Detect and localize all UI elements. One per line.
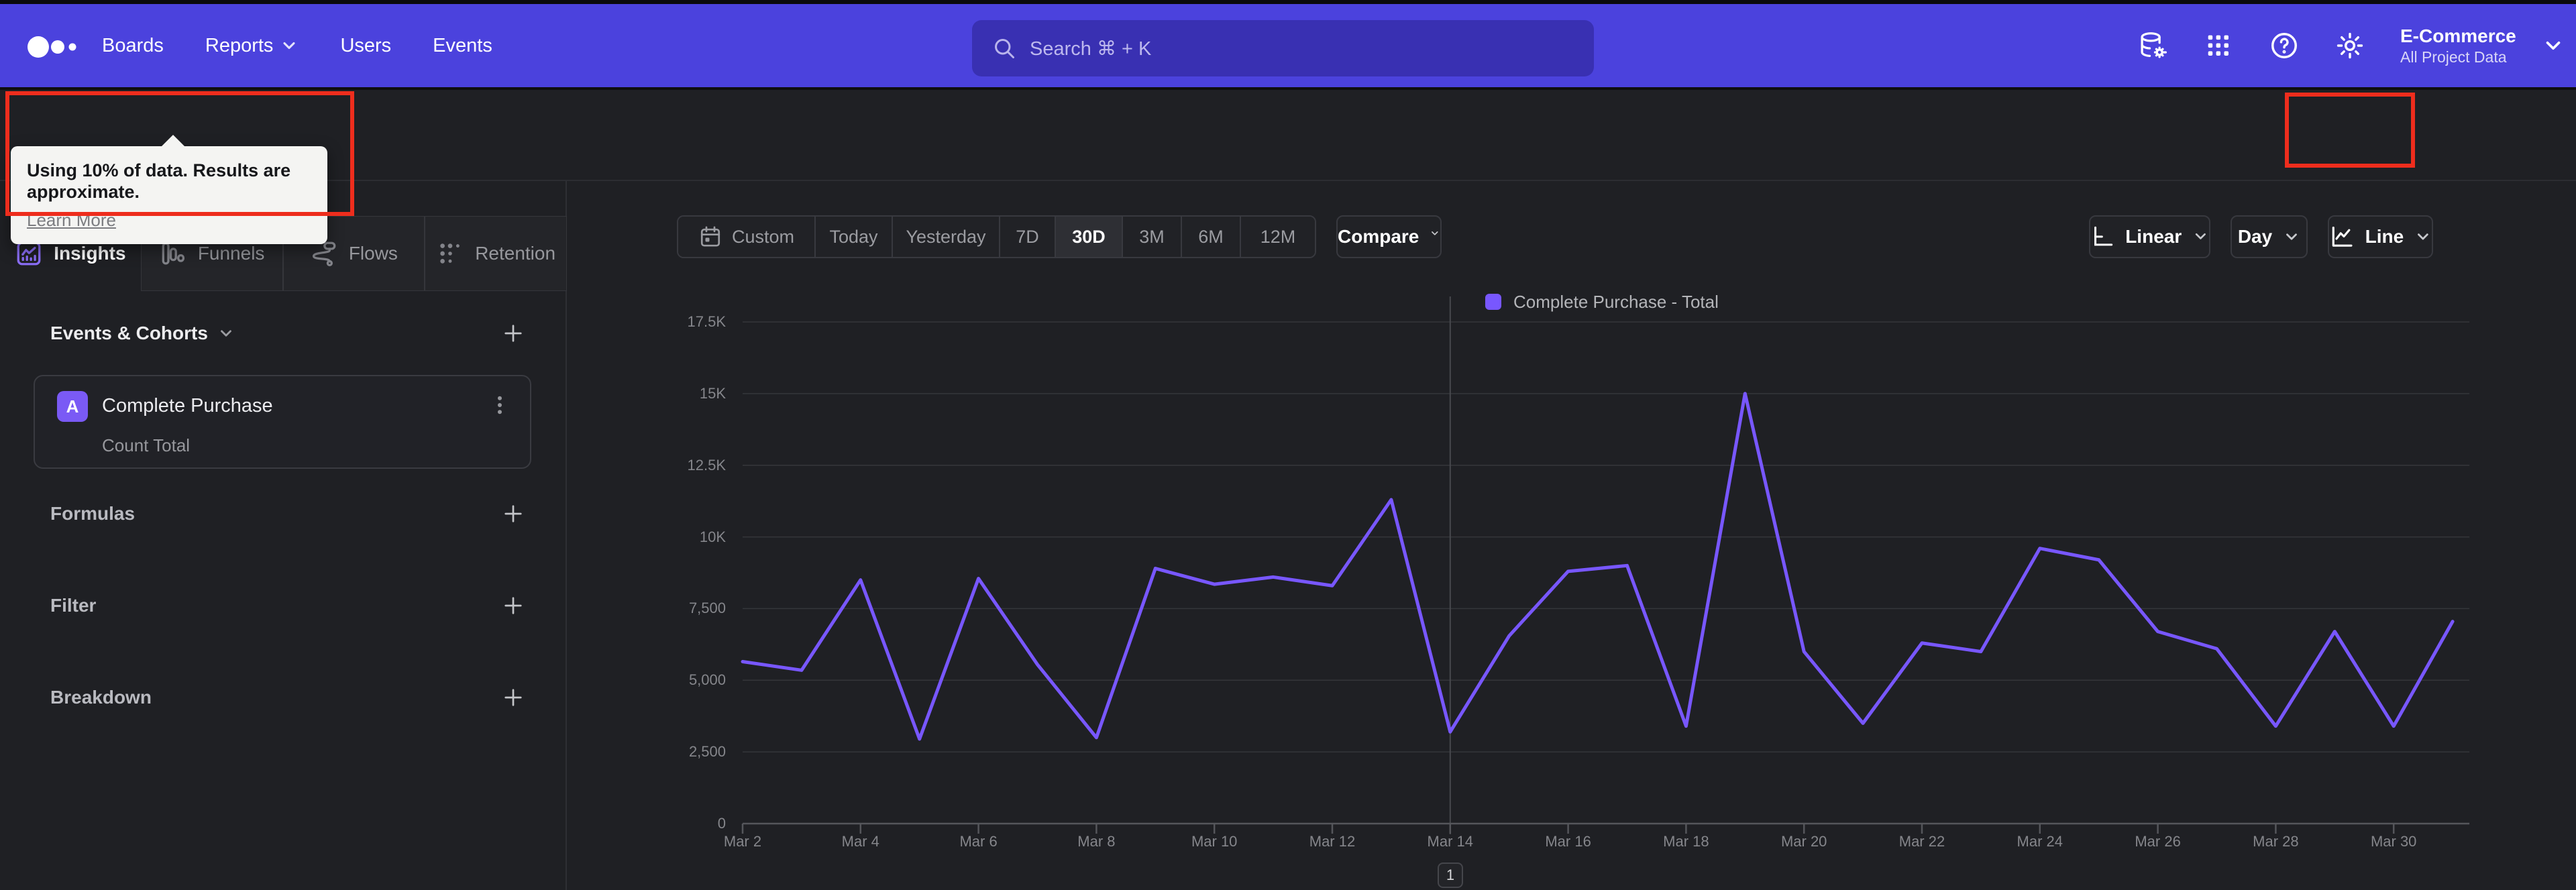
filter-label: Filter: [50, 595, 97, 616]
search-input[interactable]: Search ⌘ + K: [972, 20, 1594, 76]
add-event-button[interactable]: [501, 321, 525, 345]
retention-icon: [436, 239, 464, 268]
events-cohorts-label[interactable]: Events & Cohorts: [50, 323, 235, 344]
x-axis-label: Mar 16: [1545, 833, 1591, 850]
x-axis-label: Mar 10: [1191, 833, 1238, 850]
nav-item-events[interactable]: Events: [433, 35, 492, 57]
add-formula-button[interactable]: [501, 502, 525, 526]
nav-item-reports[interactable]: Reports: [205, 35, 299, 57]
x-axis-label: Mar 30: [2370, 833, 2417, 850]
tab-retention[interactable]: Retention: [425, 216, 567, 291]
search-icon: [992, 36, 1016, 60]
y-axis-label: 10K: [699, 528, 726, 545]
event-letter-badge: A: [57, 391, 88, 422]
apps-grid-icon[interactable]: [2203, 30, 2234, 61]
nav-utility-icons: E-Commerce All Project Data: [2137, 4, 2565, 87]
x-axis-label: Mar 28: [2253, 833, 2299, 850]
y-axis-label: 15K: [699, 384, 726, 402]
help-icon[interactable]: [2269, 30, 2300, 61]
tab-label: Insights: [54, 243, 126, 264]
project-scope: All Project Data: [2400, 48, 2507, 66]
x-axis-label: Mar 14: [1427, 833, 1474, 850]
events-cohorts-header: Events & Cohorts: [50, 319, 525, 348]
event-menu-icon[interactable]: [487, 392, 513, 418]
sampling-tooltip: Using 10% of data. Results are approxima…: [11, 135, 327, 244]
x-axis-label: Mar 26: [2135, 833, 2181, 850]
settings-gear-icon[interactable]: [2334, 30, 2365, 61]
primary-nav: Boards Reports Users Events: [102, 4, 492, 87]
top-nav: Boards Reports Users Events Search ⌘ + K…: [0, 4, 2576, 90]
tab-label: Funnels: [197, 243, 265, 264]
project-chevron-icon[interactable]: [2542, 34, 2565, 57]
x-axis-label: Mar 20: [1780, 833, 1827, 850]
x-axis-label: Mar 2: [723, 833, 762, 850]
event-card-complete-purchase[interactable]: A Complete Purchase Count Total: [34, 375, 531, 469]
tab-label: Flows: [348, 243, 398, 264]
y-axis-label: 17.5K: [687, 313, 727, 330]
x-axis-label: Mar 6: [959, 833, 998, 850]
tooltip-message: Using 10% of data. Results are approxima…: [27, 160, 291, 203]
y-axis-label: 7,500: [688, 600, 726, 617]
search-placeholder: Search ⌘ + K: [1030, 38, 1152, 60]
report-title-bar: Untitled Sampled + Add description... Sa…: [0, 90, 2576, 235]
x-axis-label: Mar 4: [841, 833, 879, 850]
project-switcher[interactable]: E-Commerce All Project Data: [2400, 24, 2516, 67]
y-axis-label: 12.5K: [687, 456, 727, 474]
event-metric[interactable]: Count Total: [102, 435, 190, 456]
project-name: E-Commerce: [2400, 25, 2516, 47]
chart-panel: Custom Today Yesterday 7D 30D 3M 6M 12M Compare…: [567, 181, 2576, 890]
add-filter-button[interactable]: [501, 594, 525, 618]
data-management-icon[interactable]: [2137, 30, 2168, 61]
breakdown-label: Breakdown: [50, 687, 152, 708]
x-axis-label: Mar 12: [1309, 833, 1356, 850]
chevron-down-icon: [217, 325, 235, 342]
formulas-section: Formulas: [50, 499, 525, 529]
add-breakdown-button[interactable]: [501, 685, 525, 710]
nav-item-users[interactable]: Users: [340, 35, 391, 57]
x-axis-label: Mar 22: [1898, 833, 1945, 850]
query-builder-sidebar: Insights Funnels Flows Retention Events …: [0, 181, 567, 890]
mixpanel-logo-icon[interactable]: [27, 34, 83, 60]
y-axis-label: 2,500: [688, 743, 726, 761]
pagination-page-1[interactable]: 1: [1438, 863, 1463, 888]
breakdown-section: Breakdown: [50, 683, 525, 712]
x-axis-label: Mar 8: [1077, 833, 1116, 850]
line-chart[interactable]: 0 2,500 5,000 7,500 10K 12.5K 15K 17.5K Mar 2 Ma…: [567, 181, 2576, 890]
tab-label: Retention: [475, 243, 556, 264]
nav-item-boards[interactable]: Boards: [102, 35, 164, 57]
filter-section: Filter: [50, 591, 525, 620]
x-axis-label: Mar 18: [1663, 833, 1709, 850]
y-axis-label: 5,000: [688, 671, 726, 689]
event-name[interactable]: Complete Purchase: [102, 395, 273, 417]
chevron-down-icon: [280, 36, 299, 55]
learn-more-link[interactable]: Learn More: [27, 210, 116, 231]
formulas-label: Formulas: [50, 503, 136, 524]
y-axis-label: 0: [717, 815, 726, 832]
x-axis-label: Mar 24: [2017, 833, 2063, 850]
